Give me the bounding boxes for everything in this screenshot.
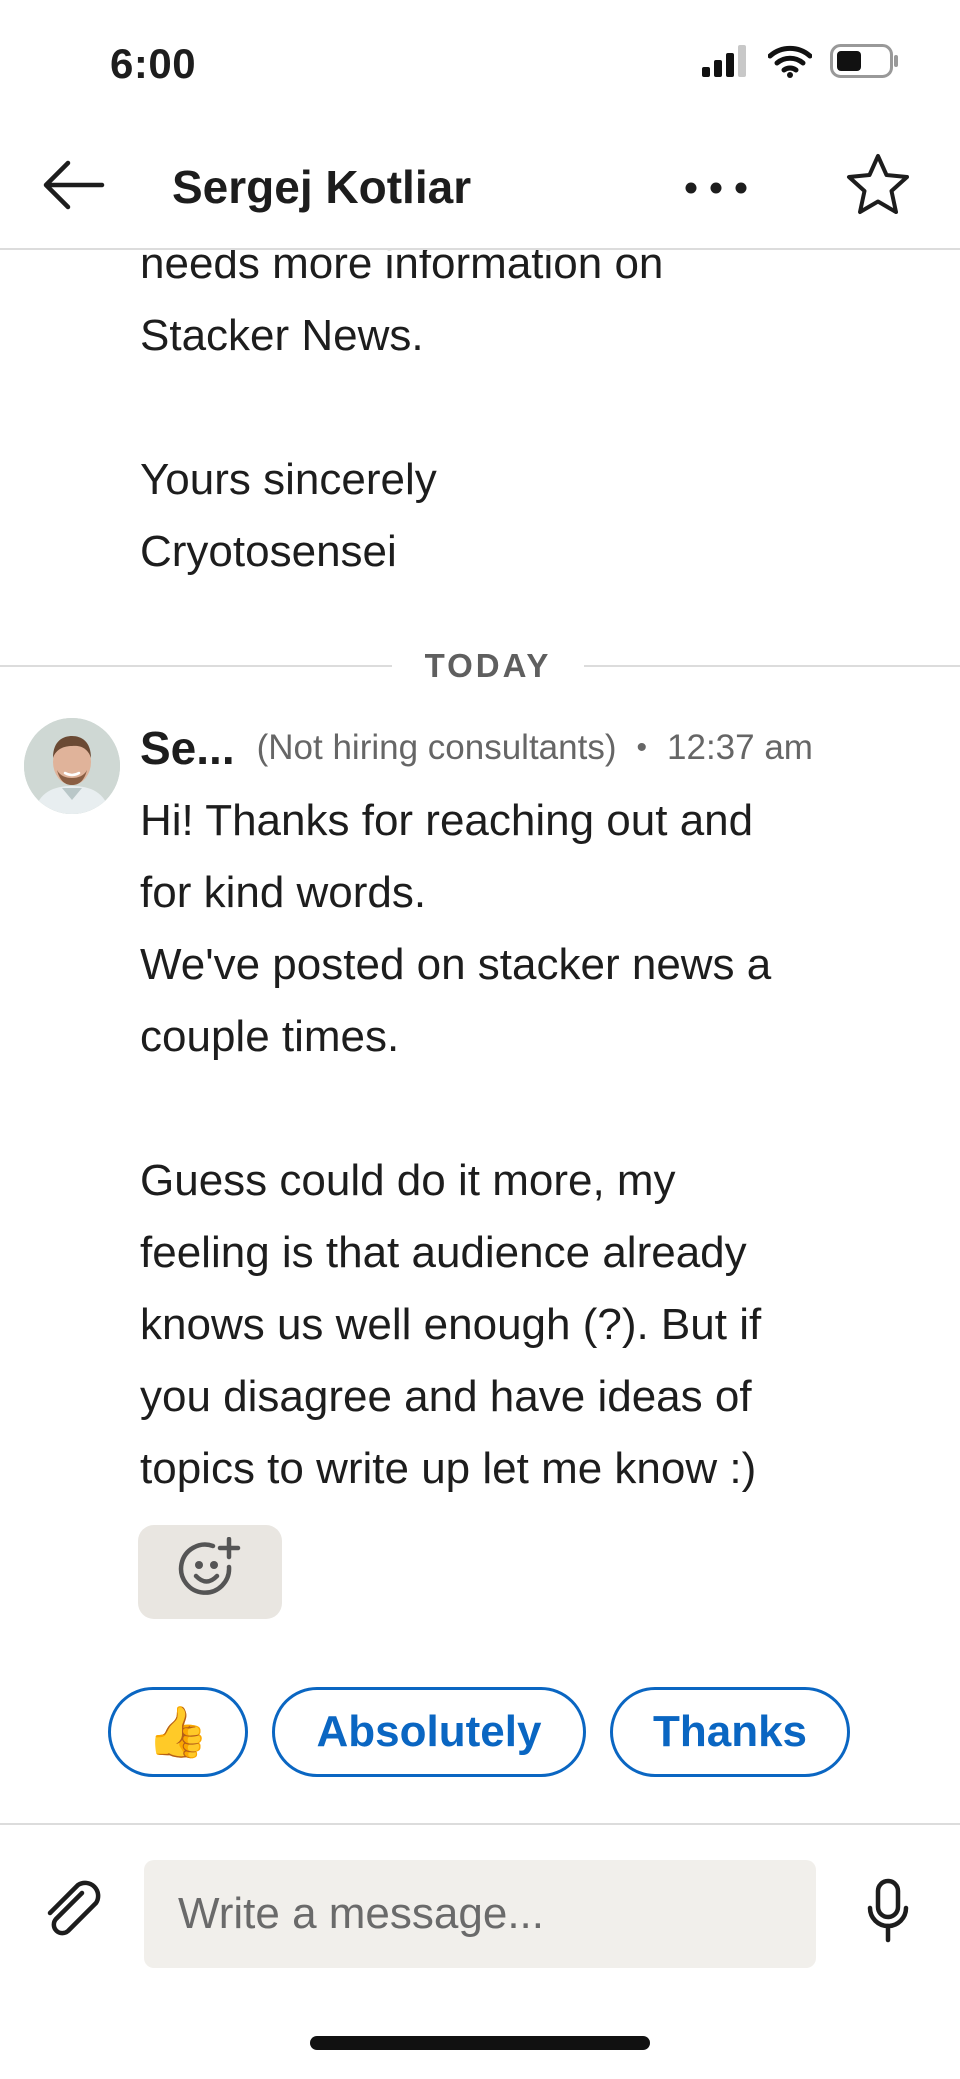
divider-line	[584, 665, 960, 667]
message-line: Yours sincerely	[140, 455, 437, 504]
attach-button[interactable]	[36, 1875, 112, 1951]
add-reaction-icon	[177, 1536, 243, 1608]
day-divider: TODAY	[0, 640, 960, 692]
message-line: you disagree and have ideas of	[140, 1372, 752, 1421]
quick-reply-thumbs-up[interactable]: 👍	[108, 1687, 248, 1777]
signal-icon	[702, 45, 750, 82]
star-outline-icon	[845, 152, 911, 221]
message-line: couple times.	[140, 1012, 400, 1061]
compose-bar	[0, 1823, 960, 1975]
sender-name[interactable]: Se...	[140, 721, 235, 775]
message-line: knows us well enough (?). But if	[140, 1300, 762, 1349]
sender-headline: (Not hiring consultants)	[256, 728, 617, 767]
quick-replies: 👍 Absolutely Thanks	[108, 1687, 850, 1781]
message-line: feeling is that audience already	[140, 1228, 747, 1277]
message-line: topics to write up let me know :)	[140, 1444, 757, 1493]
message-input[interactable]	[144, 1860, 816, 1968]
battery-icon	[830, 44, 900, 83]
wifi-icon	[767, 44, 813, 83]
message-line: for kind words.	[140, 868, 427, 917]
more-options-button-overlay[interactable]	[676, 160, 756, 220]
message-line	[140, 372, 900, 444]
previous-message-text: needs more information on Stacker News. …	[140, 228, 900, 588]
quick-reply-absolutely[interactable]: Absolutely	[272, 1687, 586, 1777]
back-button-overlay[interactable]	[40, 152, 120, 222]
message-line: Stacker News.	[140, 311, 424, 360]
message-line: Hi! Thanks for reaching out and	[140, 796, 754, 845]
message-line: Cryotosensei	[140, 527, 397, 576]
header-overlay: Sergej Kotliar	[0, 130, 960, 250]
status-icons	[702, 44, 900, 83]
star-button-overlay[interactable]	[838, 146, 918, 226]
sender-avatar[interactable]	[24, 718, 120, 814]
add-reaction-button[interactable]	[138, 1525, 282, 1619]
message-body: Hi! Thanks for reaching out and for kind…	[140, 785, 920, 1505]
day-divider-label: TODAY	[424, 647, 552, 684]
message-line: Guess could do it more, my	[140, 1156, 676, 1205]
voice-message-button[interactable]	[856, 1873, 920, 1953]
divider-line	[0, 665, 392, 667]
message-time: 12:37 am	[667, 728, 813, 767]
message-meta: Se... (Not hiring consultants) • 12:37 a…	[140, 718, 813, 778]
message-line	[140, 1073, 920, 1145]
arrow-left-icon	[40, 159, 106, 216]
avatar-image	[24, 718, 120, 814]
microphone-icon	[866, 1878, 910, 1949]
home-indicator[interactable]	[310, 2036, 650, 2050]
more-horizontal-icon	[684, 181, 748, 200]
message-line: We've posted on stacker news a	[140, 940, 772, 989]
quick-reply-thanks[interactable]: Thanks	[610, 1687, 850, 1777]
conversation-title-overlay[interactable]: Sergej Kotliar	[172, 160, 471, 214]
paperclip-icon	[42, 1879, 106, 1948]
meta-separator: •	[636, 731, 648, 764]
status-time: 6:00	[110, 40, 197, 87]
